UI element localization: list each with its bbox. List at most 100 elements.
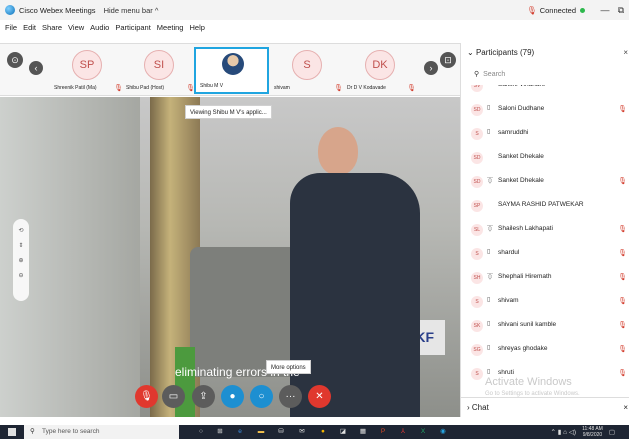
clock[interactable]: 11:48 AM 9/8/2020 <box>582 426 603 438</box>
rotate-icon[interactable]: ⟲ <box>13 227 29 234</box>
menu-meeting[interactable]: Meeting <box>157 23 184 32</box>
video-thumbnail-active[interactable]: Shibu M V <box>194 47 269 94</box>
hide-menu-bar-button[interactable]: Hide menu bar ^ <box>104 6 159 15</box>
participant-row[interactable]: SH ⏁ Shephali Hiremath 🎙 <box>461 267 629 289</box>
connection-status[interactable]: Connected <box>540 6 576 15</box>
thumbnail-label: Dr D V Kodavade 🎙 <box>347 85 416 92</box>
mic-muted-icon: 🎙 <box>618 370 627 377</box>
device-icon: ⏁ <box>487 227 494 233</box>
video-thumbnail[interactable]: S shivam 🎙 <box>270 47 345 94</box>
zoom-in-icon[interactable]: ⊕ <box>13 257 29 264</box>
activate-windows-title: Activate Windows <box>485 376 572 388</box>
video-thumbnail[interactable]: DK Dr D V Kodavade 🎙 <box>343 47 418 94</box>
cortana-icon[interactable]: ○ <box>195 426 207 438</box>
zoom-out-icon[interactable]: ⊖ <box>13 272 29 279</box>
webex-logo-icon <box>5 5 15 15</box>
mic-muted-icon: 🎙 <box>618 322 627 329</box>
photos-icon[interactable]: ◪ <box>337 426 349 438</box>
participant-row[interactable]: SD Sanket Dhekale <box>461 147 629 169</box>
scroll-right-icon[interactable]: › <box>424 61 438 75</box>
menu-edit[interactable]: Edit <box>23 23 36 32</box>
minimize-button[interactable]: — <box>597 5 613 15</box>
chat-panel-header[interactable]: › Chat × <box>461 397 629 417</box>
chat-button[interactable]: ○ <box>250 385 273 408</box>
participants-header[interactable]: ⌄ Participants (79) × <box>461 43 629 63</box>
menu-file[interactable]: File <box>5 23 17 32</box>
participant-row[interactable]: SV Sakshi Vihahare <box>461 85 629 97</box>
menu-participant[interactable]: Participant <box>115 23 150 32</box>
layout-toggle-icon[interactable]: ⊙ <box>7 52 23 68</box>
scroll-left-icon[interactable]: ‹ <box>29 61 43 75</box>
participant-name: Shailesh Lakhapati <box>498 225 553 232</box>
mail-icon[interactable]: ✉ <box>296 426 308 438</box>
video-thumbnail[interactable]: SI Shibu Pad (Host) 🎙 <box>122 47 197 94</box>
avatar: SD <box>471 104 483 116</box>
stage-toggle-icon[interactable]: ⊡ <box>440 52 456 68</box>
edge-icon[interactable]: e <box>234 426 246 438</box>
mic-muted-icon: 🎙 <box>618 346 627 353</box>
device-icon: ▯ <box>487 321 491 327</box>
participant-row[interactable]: SD ⏁ Sanket Dhekale 🎙 <box>461 171 629 193</box>
participants-list[interactable]: SV Sakshi Vihahare SD ▯ Saloni Dudhane 🎙 S ▯ sam… <box>461 85 629 397</box>
excel-icon[interactable]: X <box>417 426 429 438</box>
menu-share[interactable]: Share <box>42 23 62 32</box>
participant-row[interactable]: SL ⏁ Shailesh Lakhapati 🎙 <box>461 219 629 241</box>
fit-icon[interactable]: ⇕ <box>13 242 29 249</box>
powerpoint-icon[interactable]: P <box>377 426 389 438</box>
clock-date: 9/8/2020 <box>582 432 603 438</box>
chrome-icon[interactable]: ● <box>317 426 329 438</box>
task-view-icon[interactable]: ⊞ <box>214 426 226 438</box>
notifications-icon[interactable]: ▢ <box>609 428 615 436</box>
webex-window: Cisco Webex Meetings Hide menu bar ^ 🎙 C… <box>0 0 629 439</box>
share-button[interactable]: ⇪ <box>192 385 215 408</box>
webex-taskbar-icon[interactable]: ◉ <box>437 426 449 438</box>
mic-muted-icon: 🎙 <box>618 298 627 305</box>
search-icon: ⚲ <box>474 71 480 78</box>
participant-row[interactable]: S ▯ shivam 🎙 <box>461 291 629 313</box>
menu-audio[interactable]: Audio <box>90 23 109 32</box>
person-icon: ● <box>229 391 236 402</box>
device-icon: ⏁ <box>487 275 494 281</box>
search-input[interactable]: ⚲ Search <box>474 68 624 82</box>
video-button[interactable]: ▭ <box>162 385 185 408</box>
mute-button[interactable]: 🎙 <box>135 385 158 408</box>
file-explorer-icon[interactable]: ▬ <box>255 426 267 438</box>
participant-row[interactable]: SG ▯ shreyas ghodake 🎙 <box>461 339 629 361</box>
calculator-icon[interactable]: ▦ <box>357 426 369 438</box>
close-icon[interactable]: × <box>623 43 628 63</box>
restore-button[interactable]: ⧉ <box>613 5 629 16</box>
menu-view[interactable]: View <box>68 23 84 32</box>
chat-bubble-icon: ○ <box>258 391 265 402</box>
search-placeholder: Search <box>483 71 506 78</box>
more-options-button[interactable]: ··· <box>279 385 302 408</box>
tray-icons[interactable]: ⌃ ▮ ⌂ ◁) <box>551 428 577 436</box>
participant-name: Sanket Dhekale <box>498 177 544 184</box>
menu-bar: File Edit Share View Audio Participant M… <box>0 20 460 34</box>
store-icon[interactable]: ⛁ <box>275 426 287 438</box>
participants-button[interactable]: ● <box>221 385 244 408</box>
acrobat-icon[interactable]: ⅄ <box>397 426 409 438</box>
scene-person-head <box>318 127 358 175</box>
windows-start-icon[interactable] <box>8 428 16 436</box>
participant-row[interactable]: SD ▯ Saloni Dudhane 🎙 <box>461 99 629 121</box>
share-icon: ⇪ <box>199 391 208 402</box>
title-bar: Cisco Webex Meetings Hide menu bar ^ 🎙 C… <box>0 0 629 20</box>
taskbar-search-input[interactable]: ⚲ Type here to search <box>24 425 179 439</box>
close-icon[interactable]: × <box>623 398 628 418</box>
menu-help[interactable]: Help <box>189 23 204 32</box>
avatar: S <box>471 248 483 260</box>
participant-row[interactable]: S ▯ shardul 🎙 <box>461 243 629 265</box>
avatar: SD <box>471 176 483 188</box>
participant-row[interactable]: S ▯ samruddhi <box>461 123 629 145</box>
video-thumbnail[interactable]: SP Shreenik Patil (Ma) 🎙 <box>50 47 125 94</box>
device-icon: ⏁ <box>487 179 494 185</box>
mic-muted-icon: 🎙 <box>618 106 627 113</box>
participant-row[interactable]: SP SAYMA RASHID PATWEKAR <box>461 195 629 217</box>
participant-row[interactable]: SK ▯ shivani sunil kamble 🎙 <box>461 315 629 337</box>
participant-name: shreyas ghodake <box>498 345 548 352</box>
viewing-label: Viewing Shibu M V's applic... <box>185 105 272 119</box>
mic-muted-icon[interactable]: 🎙 <box>527 6 537 15</box>
end-call-button[interactable]: ✕ <box>308 385 331 408</box>
shared-video-area[interactable]: SKF ⟲ ⇕ ⊕ ⊖ Viewing Shibu M V's applic..… <box>0 97 460 417</box>
participant-name: shivam <box>498 297 519 304</box>
